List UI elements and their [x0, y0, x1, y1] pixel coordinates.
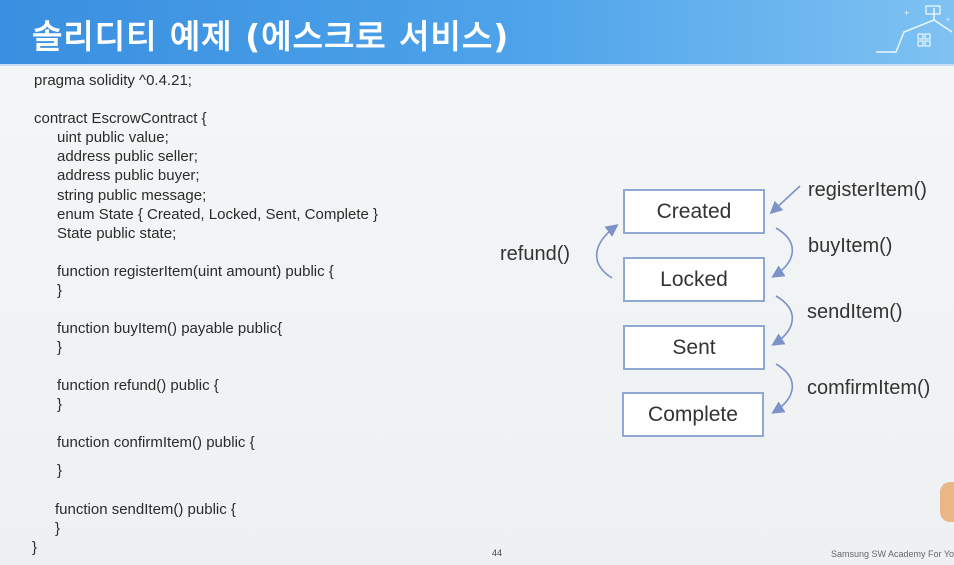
send-item-label: sendItem(): [807, 301, 903, 323]
code-line: function buyItem() payable public{: [57, 320, 283, 337]
state-locked: Locked: [623, 257, 765, 302]
code-line: string public message;: [57, 187, 207, 204]
hand-shape: [940, 482, 954, 522]
code-line: function sendItem() public {: [55, 501, 236, 518]
code-line: State public state;: [57, 225, 177, 242]
page-number: 44: [492, 548, 503, 558]
svg-text:+: +: [904, 8, 909, 18]
slide-header: 솔리디티 예제 (에스크로 서비스) + +: [0, 0, 954, 66]
svg-text:+: +: [946, 17, 950, 24]
code-line: address public seller;: [57, 148, 198, 165]
send-arrow: [771, 295, 794, 346]
code-line: function registerItem(uint amount) publi…: [57, 263, 334, 280]
buy-arrow: [771, 227, 794, 278]
code-line: }: [55, 520, 61, 537]
refund-arrow: [595, 224, 619, 279]
code-line: function confirmItem() public {: [57, 434, 255, 451]
register-item-label: registerItem(): [808, 179, 927, 201]
footer-credit: Samsung SW Academy For Yo: [830, 549, 954, 559]
code-line: }: [57, 396, 63, 413]
code-line: function refund() public {: [57, 377, 219, 394]
state-created: Created: [623, 189, 765, 234]
code-line: pragma solidity ^0.4.21;: [34, 72, 192, 89]
confirm-item-label: comfirmItem(): [807, 377, 931, 399]
code-line: }: [57, 339, 63, 356]
slide-title: 솔리디티 예제 (에스크로 서비스): [32, 17, 510, 56]
confirm-arrow: [771, 363, 794, 414]
state-complete: Complete: [622, 392, 764, 437]
buy-item-label: buyItem(): [808, 235, 893, 257]
refund-label: refund(): [500, 243, 571, 265]
code-line: enum State { Created, Locked, Sent, Comp…: [57, 206, 379, 223]
code-line: address public buyer;: [57, 167, 200, 184]
code-line: contract EscrowContract {: [34, 110, 207, 127]
code-line: }: [57, 282, 63, 299]
slide: 솔리디티 예제 (에스크로 서비스) + + pragma solidity ^…: [0, 0, 954, 565]
code-line: }: [32, 539, 38, 556]
code-block: pragma solidity ^0.4.21; contract Escrow…: [0, 0, 378, 556]
state-sent: Sent: [623, 325, 765, 370]
house-logo-icon: + +: [876, 5, 953, 53]
code-line: uint public value;: [57, 129, 169, 146]
code-line: }: [57, 462, 63, 479]
register-arrow: [769, 185, 801, 215]
